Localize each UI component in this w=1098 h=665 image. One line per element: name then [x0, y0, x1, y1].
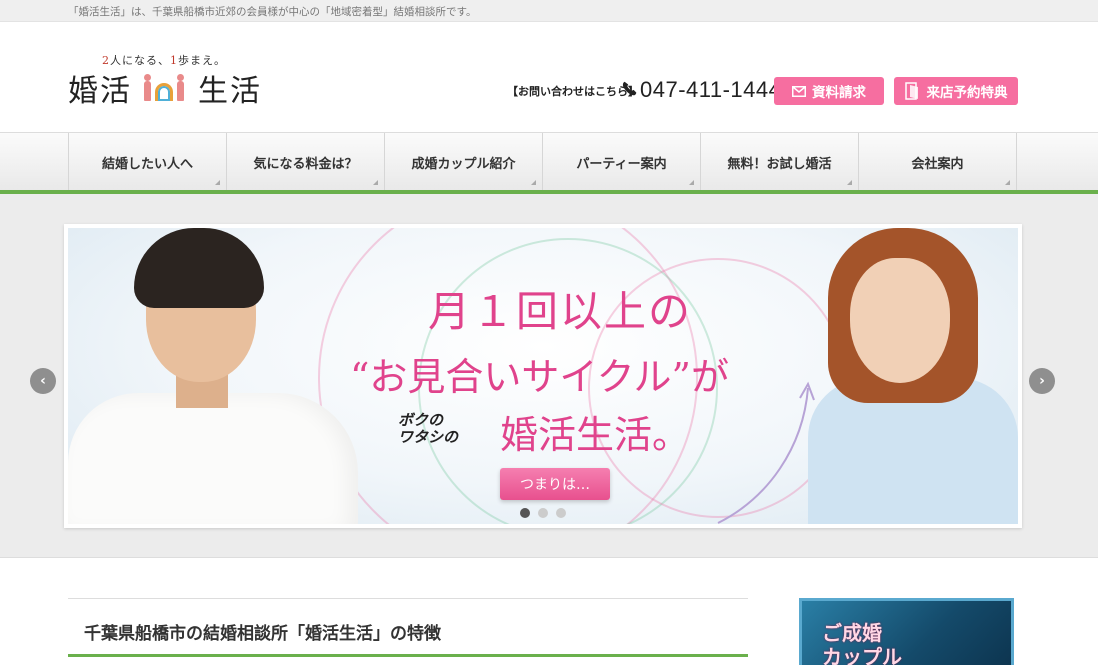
- features-section-header: 千葉県船橋市の結婚相談所「婚活生活」の特徴: [68, 598, 748, 658]
- site-logo[interactable]: 2人になる、1歩まえ。 婚活 生活: [68, 50, 288, 110]
- section-underline: [68, 654, 748, 657]
- slider-prev-button[interactable]: ‹: [30, 368, 56, 394]
- slide-subcaption: ボクの ワタシの: [398, 411, 459, 446]
- nav-item-parties[interactable]: パーティー案内: [543, 133, 701, 191]
- top-info-bar: 「婚活生活」は、千葉県船橋市近郊の会員様が中心の「地域密着型」結婚相談所です。: [0, 0, 1098, 22]
- nav-item-for-marriage[interactable]: 結婚したい人へ: [69, 133, 227, 191]
- nav-item-free-trial[interactable]: 無料！お試し婚活: [701, 133, 859, 191]
- logo-word-2: 生活: [198, 74, 262, 109]
- nav-item-company[interactable]: 会社案内: [859, 133, 1017, 191]
- couples-banner[interactable]: ご成婚 カップル: [799, 598, 1014, 665]
- slide-dot[interactable]: [520, 508, 530, 518]
- chevron-right-icon: ›: [1039, 373, 1045, 389]
- nav-item-couples[interactable]: 成婚カップル紹介: [385, 133, 543, 191]
- door-icon: [904, 82, 918, 100]
- contact-label: 【お問い合わせはこちら】: [507, 85, 639, 98]
- hero-slide-frame: 月１回以上の “お見合いサイクル”が ボクの ワタシの 婚活生活。 つまりは…: [64, 224, 1022, 528]
- slider-next-button[interactable]: ›: [1029, 368, 1055, 394]
- slide-cta-button[interactable]: つまりは…: [500, 468, 610, 500]
- request-brochure-label: 資料請求: [812, 85, 866, 101]
- phone-number[interactable]: 047-411-1444: [640, 77, 781, 103]
- mail-icon: [792, 85, 806, 97]
- site-header: 2人になる、1歩まえ。 婚活 生活 【お問い合わせはこちら】 047-411-1…: [0, 22, 1098, 132]
- phone-icon: [622, 81, 637, 96]
- slide-pagination: [520, 508, 566, 518]
- store-reservation-label: 来店予約特典: [926, 85, 1008, 101]
- nav-item-pricing[interactable]: 気になる料金は？: [227, 133, 385, 191]
- couple-logo-icon: [144, 74, 184, 101]
- store-reservation-button[interactable]: 来店予約特典: [894, 77, 1018, 105]
- slide-dot[interactable]: [538, 508, 548, 518]
- slide-dot[interactable]: [556, 508, 566, 518]
- section-title: 千葉県船橋市の結婚相談所「婚活生活」の特徴: [84, 624, 441, 644]
- logo-word-1: 婚活: [68, 74, 132, 109]
- slide-headline-1: 月１回以上の: [428, 287, 693, 336]
- couples-banner-text: ご成婚 カップル: [822, 621, 902, 665]
- site-description: 「婚活生活」は、千葉県船橋市近郊の会員様が中心の「地域密着型」結婚相談所です。: [68, 6, 477, 18]
- slide-headline-2: “お見合いサイクル”が: [350, 355, 729, 399]
- main-navigation: 結婚したい人へ 気になる料金は？ 成婚カップル紹介 パーティー案内 無料！お試し…: [0, 132, 1098, 191]
- slide-headline-3: 婚活生活。: [500, 413, 691, 457]
- request-brochure-button[interactable]: 資料請求: [774, 77, 884, 105]
- logo-wordmark: 婚活 生活: [68, 66, 262, 110]
- hero-slide[interactable]: 月１回以上の “お見合いサイクル”が ボクの ワタシの 婚活生活。 つまりは…: [68, 228, 1018, 524]
- chevron-left-icon: ‹: [40, 373, 46, 389]
